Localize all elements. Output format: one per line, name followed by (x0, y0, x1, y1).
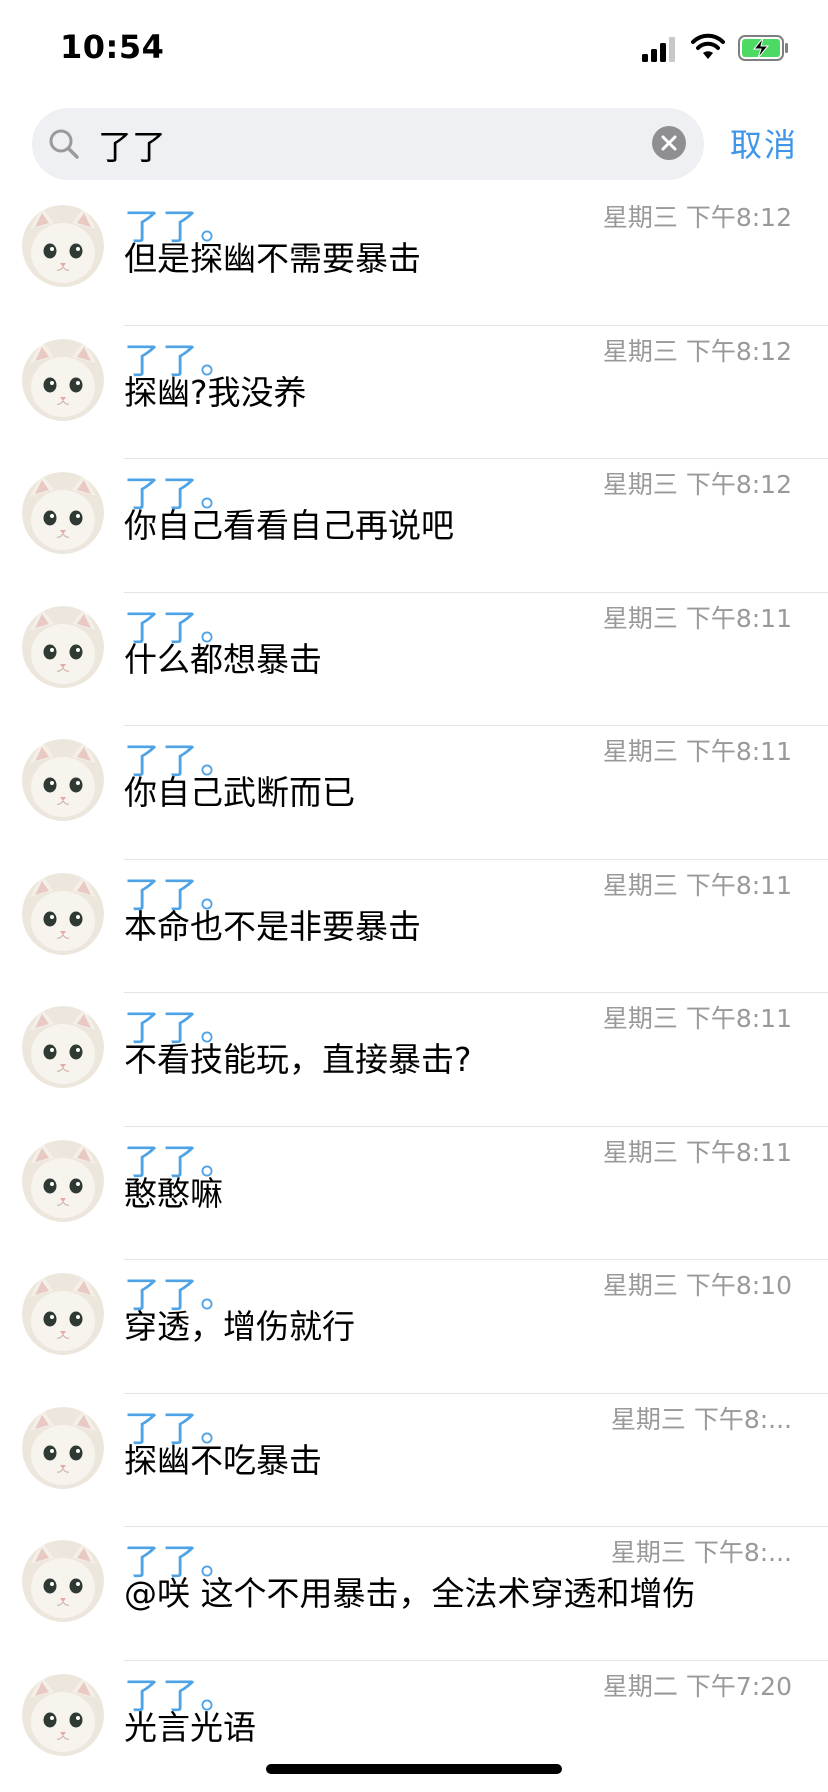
avatar[interactable] (22, 205, 104, 287)
avatar[interactable] (22, 338, 104, 421)
result-item[interactable]: 了了。 星期三 下午8:11 本命也不是非要暴击 (0, 860, 828, 993)
message-text: 本命也不是非要暴击 (124, 906, 421, 946)
timestamp: 星期三 下午8:11 (602, 1137, 792, 1167)
timestamp: 星期二 下午7:20 (602, 1671, 792, 1701)
message-text: 穿透，增伤就行 (124, 1307, 355, 1346)
home-indicator (266, 1764, 562, 1774)
timestamp: 星期三 下午8:11 (602, 870, 792, 900)
message-text: 不看技能玩，直接暴击? (124, 1040, 472, 1079)
result-item[interactable]: 了了。 星期三 下午8:11 不看技能玩，直接暴击? (0, 993, 828, 1127)
avatar[interactable] (22, 1139, 104, 1222)
avatar[interactable] (22, 1273, 104, 1355)
message-text: 你自己看看自己再说吧 (124, 506, 454, 545)
search-bar: 取消 (0, 96, 828, 192)
message-text: @咲 这个不用暴击，全法术穿透和增伤 (124, 1574, 696, 1613)
result-item[interactable]: 了了。 星期三 下午8:11 什么都想暴击 (0, 593, 828, 726)
result-item[interactable]: 了了。 星期三 下午8:12 你自己看看自己再说吧 (0, 459, 828, 593)
avatar[interactable] (22, 1540, 104, 1622)
message-text: 探幽不吃暴击 (124, 1440, 322, 1480)
cancel-button[interactable]: 取消 (730, 120, 798, 166)
avatar[interactable] (22, 472, 104, 554)
message-text: 你自己武断而已 (124, 773, 355, 812)
result-item[interactable]: 了了。 星期三 下午8:12 但是探幽不需要暴击 (0, 192, 828, 326)
result-item[interactable]: 了了。 星期三 下午8:12 探幽?我没养 (0, 326, 828, 459)
status-icons (642, 33, 792, 64)
avatar[interactable] (22, 739, 104, 821)
message-text: 憨憨嘛 (124, 1173, 223, 1213)
message-text: 但是探幽不需要暴击 (124, 239, 421, 278)
message-text: 光言光语 (124, 1707, 256, 1747)
timestamp: 星期三 下午8:11 (602, 1004, 792, 1033)
wifi-icon (691, 33, 725, 59)
result-item[interactable]: 了了。 星期三 下午8:11 憨憨嘛 (0, 1127, 828, 1260)
result-item[interactable]: 了了。 星期三 下午8:... 探幽不吃暴击 (0, 1394, 828, 1527)
message-text: 什么都想暴击 (124, 639, 322, 679)
avatar[interactable] (22, 1406, 104, 1489)
timestamp: 星期三 下午8:... (610, 1538, 792, 1567)
result-item[interactable]: 了了。 星期三 下午8:11 你自己武断而已 (0, 726, 828, 860)
message-text: 探幽?我没养 (124, 372, 307, 412)
avatar[interactable] (22, 605, 104, 688)
status-bar: 10:54 (0, 0, 828, 96)
avatar[interactable] (22, 872, 104, 955)
search-field[interactable] (32, 108, 704, 180)
timestamp: 星期三 下午8:12 (602, 203, 792, 232)
timestamp: 星期三 下午8:11 (602, 737, 792, 766)
result-item[interactable]: 了了。 星期三 下午8:10 穿透，增伤就行 (0, 1260, 828, 1394)
timestamp: 星期三 下午8:11 (602, 603, 792, 633)
avatar[interactable] (22, 1673, 104, 1756)
timestamp: 星期三 下午8:... (610, 1404, 792, 1434)
search-icon (49, 129, 79, 159)
avatar[interactable] (22, 1006, 104, 1088)
search-input[interactable] (98, 122, 618, 166)
timestamp: 星期三 下午8:12 (602, 336, 792, 366)
timestamp: 星期三 下午8:12 (602, 470, 792, 499)
search-results-list: 了了。 星期三 下午8:12 但是探幽不需要暴击 了了。 星期三 下午8:12 探幽?我没… (0, 192, 828, 1792)
result-item[interactable]: 了了。 星期三 下午8:... @咲 这个不用暴击，全法术穿透和增伤 (0, 1527, 828, 1661)
battery-charging-icon (738, 35, 788, 61)
status-time: 10:54 (60, 28, 165, 66)
cellular-signal-icon (642, 34, 678, 62)
clear-icon[interactable] (652, 126, 686, 160)
timestamp: 星期三 下午8:10 (602, 1271, 792, 1300)
